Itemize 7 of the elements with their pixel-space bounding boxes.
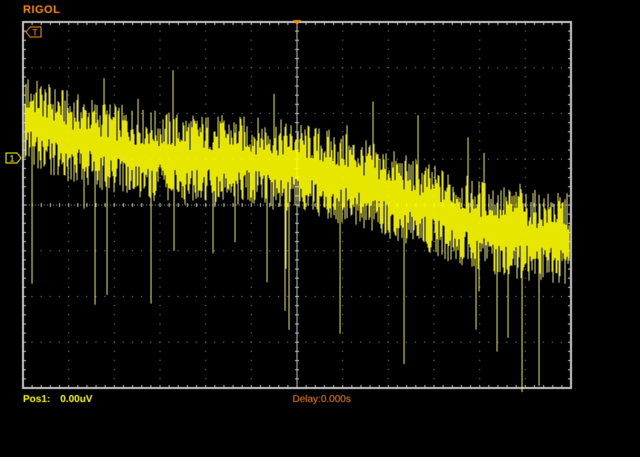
trigger-position-icon (293, 20, 301, 25)
brand-logo: RIGOL (23, 4, 60, 16)
trigger-marker: T (25, 26, 42, 38)
delay-readout: Delay:0.000s (292, 394, 351, 405)
position-value: 0.00uV (60, 394, 92, 405)
channel-marker: 1 (6, 152, 22, 164)
position-label: Pos1: (23, 394, 50, 405)
